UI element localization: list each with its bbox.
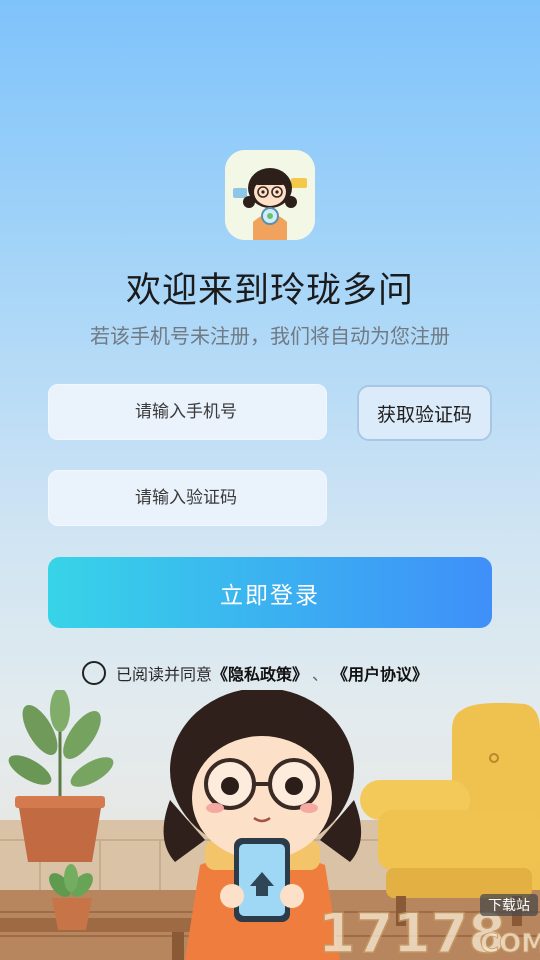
watermark-number: 17178 [318,902,506,960]
page-subtitle: 若该手机号未注册，我们将自动为您注册 [90,324,450,348]
agreement-radio[interactable] [82,661,106,685]
agreement-separator: 、 [312,665,329,684]
illustration-scene: 17178 下载站 COM [0,690,540,960]
armchair-icon [360,702,540,926]
verification-code-input[interactable] [48,470,327,526]
agreement-prefix: 已阅读并同意 [116,665,213,684]
login-button[interactable]: 立即登录 [48,557,492,628]
watermark-tag: 下载站 [488,898,530,914]
app-logo [225,150,315,240]
user-agreement-link[interactable]: 《用户协议》 [332,661,428,685]
privacy-policy-link[interactable]: 《隐私政策》 [212,661,308,685]
page-title: 欢迎来到玲珑多问 [125,271,414,311]
phone-input[interactable] [48,384,327,440]
get-code-button[interactable]: 获取验证码 [357,385,492,441]
watermark-suffix: COM [480,929,540,959]
agreement-row: 已阅读并同意 《隐私政策》 、 《用户协议》 [82,660,428,686]
